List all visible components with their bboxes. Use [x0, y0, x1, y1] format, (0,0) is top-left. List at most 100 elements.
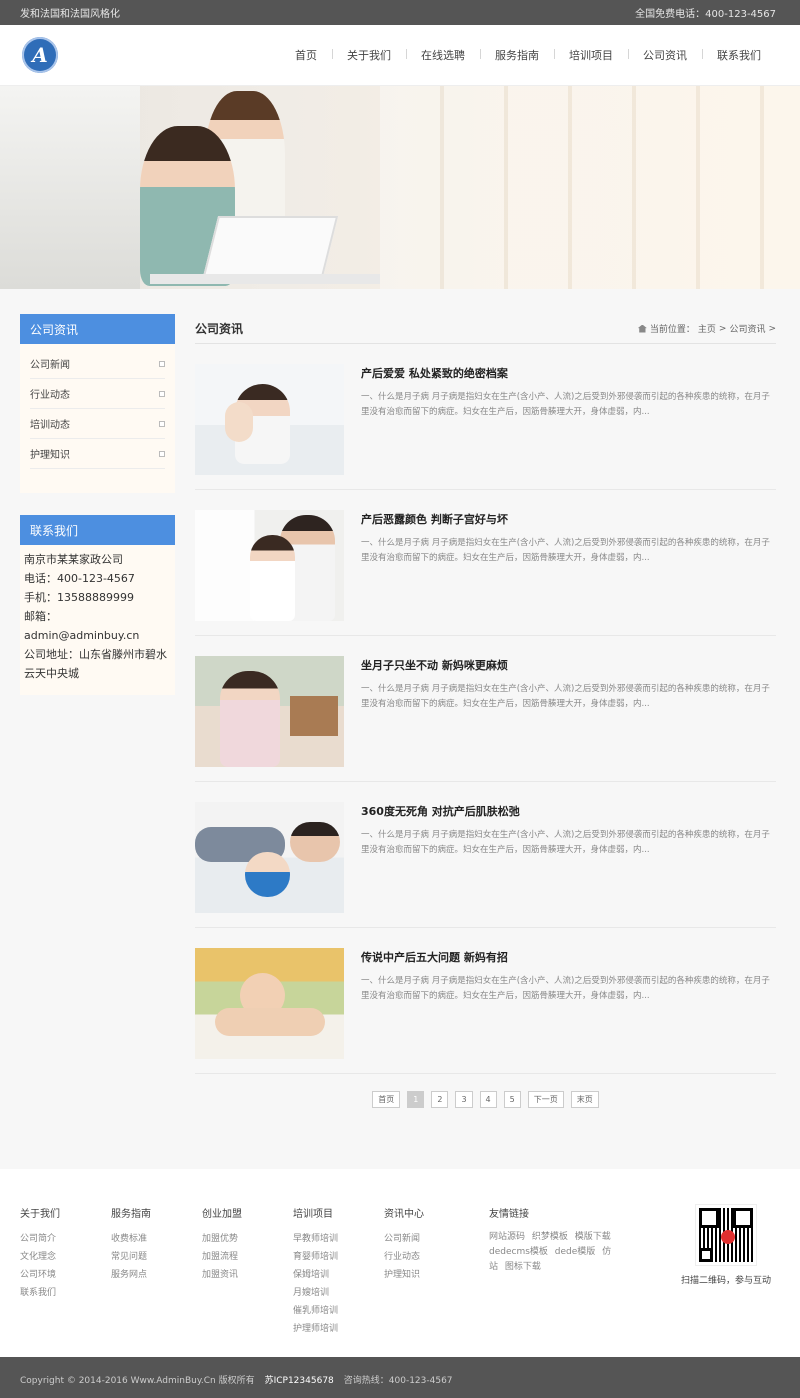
footer: 关于我们 公司简介 文化理念 公司环境 联系我们 服务指南 收费标准 常见问题 …: [0, 1169, 800, 1357]
sidebar-contact-box: 联系我们 南京市某某家政公司 电话：400-123-4567 手机：135888…: [20, 515, 175, 695]
footer-link[interactable]: 早教师培训: [293, 1234, 338, 1244]
breadcrumb: 当前位置： 主页 > 公司资讯 >: [637, 322, 776, 335]
sidebar-item-care[interactable]: 护理知识: [30, 439, 165, 469]
sidebar-item-label: 行业动态: [30, 390, 70, 401]
square-bullet-icon: [159, 450, 165, 457]
list-item: 坐月子只坐不动 新妈咪更麻烦 一、什么是月子病 月子病是指妇女在生产(含小产、人…: [195, 636, 776, 782]
sidebar-item-company-news[interactable]: 公司新闻: [30, 349, 165, 379]
footer-link[interactable]: 公司简介: [20, 1234, 56, 1244]
icp-number[interactable]: 苏ICP12345678: [265, 1373, 334, 1386]
article-thumbnail[interactable]: [195, 510, 344, 621]
banner-laptop-icon: [201, 216, 339, 281]
nav-training[interactable]: 培训项目: [554, 47, 628, 63]
article-thumbnail[interactable]: [195, 802, 344, 913]
footer-col-title: 资讯中心: [384, 1209, 424, 1220]
footer-link[interactable]: 护理师培训: [293, 1324, 338, 1334]
footer-link[interactable]: 服务网点: [111, 1270, 147, 1280]
nav-home[interactable]: 首页: [280, 47, 332, 63]
header: A 首页 关于我们 在线选聘 服务指南 培训项目 公司资讯 联系我们: [0, 25, 800, 86]
article-thumbnail[interactable]: [195, 948, 344, 1059]
sidebar: 公司资讯 公司新闻 行业动态 培训动态 护理知识 联系我们 南京市某某家政公司 …: [20, 314, 175, 1169]
sidebar-contact-title: 联系我们: [20, 515, 175, 545]
sidebar-item-label: 公司新闻: [30, 360, 70, 371]
footer-link[interactable]: 联系我们: [20, 1288, 56, 1298]
contact-info: 南京市某某家政公司 电话：400-123-4567 手机：13588889999…: [20, 545, 175, 695]
article-thumbnail[interactable]: [195, 364, 344, 475]
pager-page-2[interactable]: 2: [431, 1091, 449, 1108]
pager-page-1[interactable]: 1: [407, 1091, 425, 1108]
article-thumbnail[interactable]: [195, 656, 344, 767]
contact-company: 南京市某某家政公司: [24, 553, 123, 566]
site-slogan: 发和法国和法国风格化: [20, 9, 120, 20]
hero-banner: [0, 86, 800, 289]
friend-links-title: 友情链接: [489, 1209, 529, 1220]
article-summary: 一、什么是月子病 月子病是指妇女在生产(含小产、人流)之后受到外邪侵袭而引起的各…: [361, 684, 770, 709]
breadcrumb-home[interactable]: 主页: [698, 322, 716, 335]
list-item: 产后恶露颜色 判断子宫好与坏 一、什么是月子病 月子病是指妇女在生产(含小产、人…: [195, 490, 776, 636]
hotline-text: 咨询热线：400-123-4567: [343, 1375, 453, 1386]
footer-link[interactable]: 常见问题: [111, 1252, 147, 1262]
article-summary: 一、什么是月子病 月子病是指妇女在生产(含小产、人流)之后受到外邪侵袭而引起的各…: [361, 830, 770, 855]
footer-link[interactable]: 催乳师培训: [293, 1306, 338, 1316]
list-item: 产后爱爱 私处紧致的绝密档案 一、什么是月子病 月子病是指妇女在生产(含小产、人…: [195, 344, 776, 490]
qr-code-box: 扫描二维码，参与互动: [676, 1204, 776, 1357]
nav-contact[interactable]: 联系我们: [702, 47, 776, 63]
pager-page-5[interactable]: 5: [503, 1091, 521, 1108]
list-item: 传说中产后五大问题 新妈有招 一、什么是月子病 月子病是指妇女在生产(含小产、人…: [195, 928, 776, 1074]
breadcrumb-current[interactable]: 公司资讯: [729, 322, 765, 335]
banner-desk: [150, 274, 380, 284]
footer-col-info: 资讯中心 公司新闻 行业动态 护理知识: [384, 1205, 475, 1357]
footer-link[interactable]: 加盟资讯: [202, 1270, 238, 1280]
footer-link[interactable]: 护理知识: [384, 1270, 420, 1280]
footer-link[interactable]: 公司环境: [20, 1270, 56, 1280]
article-title[interactable]: 坐月子只坐不动 新妈咪更麻烦: [361, 657, 776, 673]
friend-links-list[interactable]: 网站源码 织梦模板 模版下载 dedecms模板 dede模版 仿站 图标下载: [489, 1230, 619, 1275]
copyright-text: Copyright © 2014-2016 Www.AdminBuy.Cn 版权…: [20, 1375, 255, 1386]
article-title[interactable]: 产后爱爱 私处紧致的绝密档案: [361, 365, 776, 381]
article-title[interactable]: 传说中产后五大问题 新妈有招: [361, 949, 776, 965]
section-header: 公司资讯 当前位置： 主页 > 公司资讯 >: [195, 314, 776, 344]
main-area: 公司资讯 公司新闻 行业动态 培训动态 护理知识 联系我们 南京市某某家政公司 …: [0, 289, 800, 1169]
sidebar-news-box: 公司资讯 公司新闻 行业动态 培训动态 护理知识: [20, 314, 175, 493]
contact-mobile: 手机：13588889999: [24, 591, 134, 604]
footer-link[interactable]: 育婴师培训: [293, 1252, 338, 1262]
qr-caption: 扫描二维码，参与互动: [680, 1276, 771, 1286]
footer-col-title: 培训项目: [293, 1209, 333, 1220]
nav-service[interactable]: 服务指南: [480, 47, 554, 63]
article-title[interactable]: 360度无死角 对抗产后肌肤松弛: [361, 803, 776, 819]
footer-col-title: 关于我们: [20, 1209, 60, 1220]
pager-page-3[interactable]: 3: [455, 1091, 473, 1108]
footer-link[interactable]: 加盟流程: [202, 1252, 238, 1262]
article-summary: 一、什么是月子病 月子病是指妇女在生产(含小产、人流)之后受到外邪侵袭而引起的各…: [361, 976, 770, 1001]
footer-link[interactable]: 行业动态: [384, 1252, 420, 1262]
footer-link[interactable]: 月嫂培训: [293, 1288, 329, 1298]
pager-first[interactable]: 首页: [372, 1091, 401, 1108]
sidebar-item-industry[interactable]: 行业动态: [30, 379, 165, 409]
footer-link[interactable]: 加盟优势: [202, 1234, 238, 1244]
banner-office-background: [380, 86, 800, 289]
footer-col-title: 创业加盟: [202, 1209, 242, 1220]
pager-last[interactable]: 末页: [570, 1091, 599, 1108]
section-title: 公司资讯: [195, 322, 244, 336]
article-title[interactable]: 产后恶露颜色 判断子宫好与坏: [361, 511, 776, 527]
nav-about[interactable]: 关于我们: [332, 47, 406, 63]
square-bullet-icon: [159, 420, 165, 427]
nav-recruit[interactable]: 在线选聘: [406, 47, 480, 63]
qr-code-icon: [695, 1204, 757, 1266]
pager-next[interactable]: 下一页: [527, 1091, 564, 1108]
nav-news[interactable]: 公司资讯: [628, 47, 702, 63]
footer-link[interactable]: 文化理念: [20, 1252, 56, 1262]
home-icon: [637, 324, 647, 333]
footer-link[interactable]: 公司新闻: [384, 1234, 420, 1244]
sidebar-item-label: 培训动态: [30, 420, 70, 431]
logo-letter: A: [32, 43, 48, 67]
footer-link[interactable]: 保姆培训: [293, 1270, 329, 1280]
sidebar-item-training[interactable]: 培训动态: [30, 409, 165, 439]
pager-page-4[interactable]: 4: [479, 1091, 497, 1108]
footer-col-training: 培训项目 早教师培训 育婴师培训 保姆培训 月嫂培训 催乳师培训 护理师培训: [293, 1205, 384, 1357]
footer-col-service: 服务指南 收费标准 常见问题 服务网点: [111, 1205, 202, 1357]
top-bar: 发和法国和法国风格化 全国免费电话：400-123-4567: [0, 0, 800, 25]
footer-link[interactable]: 收费标准: [111, 1234, 147, 1244]
contact-address: 公司地址：山东省滕州市碧水云天中央城: [24, 648, 167, 680]
site-logo[interactable]: A: [22, 37, 58, 73]
